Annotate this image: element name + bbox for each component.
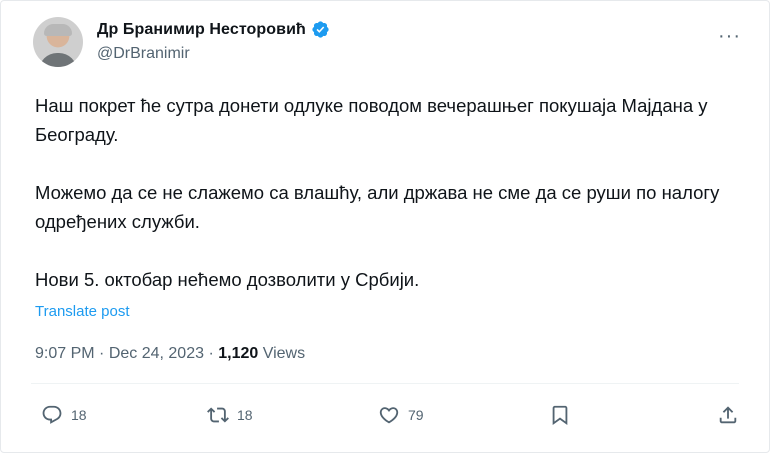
tweet-text: Наш покрет ће сутра донети одлуке поводо… [35, 91, 735, 323]
tweet-paragraph: Можемо да се не слажемо са влашћу, али д… [35, 182, 720, 232]
reply-button[interactable]: 18 [41, 404, 87, 426]
tweet-time[interactable]: 9:07 PM [35, 345, 95, 362]
tweet-date[interactable]: Dec 24, 2023 [109, 345, 204, 362]
repost-icon [207, 407, 229, 423]
reply-count: 18 [71, 407, 87, 423]
heart-icon [379, 407, 399, 424]
tweet-header: Др Бранимир Несторовић @DrBranimir ··· [33, 15, 751, 71]
author-name-row: Др Бранимир Несторовић [97, 20, 330, 39]
views-label: Views [258, 345, 306, 362]
tweet-paragraph: Наш покрет ће сутра донети одлуке поводо… [35, 95, 708, 145]
bookmark-button[interactable] [549, 404, 571, 426]
share-icon [719, 406, 737, 424]
meta-separator: · [94, 345, 109, 362]
author-handle[interactable]: @DrBranimir [97, 45, 190, 63]
avatar[interactable] [33, 17, 83, 67]
like-button[interactable]: 79 [378, 404, 424, 426]
tweet-card: Др Бранимир Несторовић @DrBranimir ··· Н… [0, 0, 770, 453]
tweet-paragraph: Нови 5. октобар нећемо дозволити у Србиј… [35, 269, 420, 290]
meta-separator: · [204, 345, 219, 362]
author-name[interactable]: Др Бранимир Несторовић [97, 21, 306, 39]
translate-post-link[interactable]: Translate post [35, 303, 130, 320]
views-count: 1,120 [218, 345, 259, 362]
divider [31, 383, 739, 384]
verified-badge-icon [312, 21, 329, 38]
repost-count: 18 [237, 407, 253, 423]
bookmark-icon [552, 405, 568, 426]
repost-button[interactable]: 18 [207, 404, 253, 426]
reply-icon [42, 405, 62, 424]
action-bar: 18 18 79 [41, 404, 737, 430]
more-horizontal-icon[interactable]: ··· [718, 25, 741, 48]
tweet-meta: 9:07 PM · Dec 24, 2023 · 1,120 Views [35, 345, 305, 363]
like-count: 79 [408, 407, 424, 423]
share-button[interactable] [717, 404, 739, 426]
